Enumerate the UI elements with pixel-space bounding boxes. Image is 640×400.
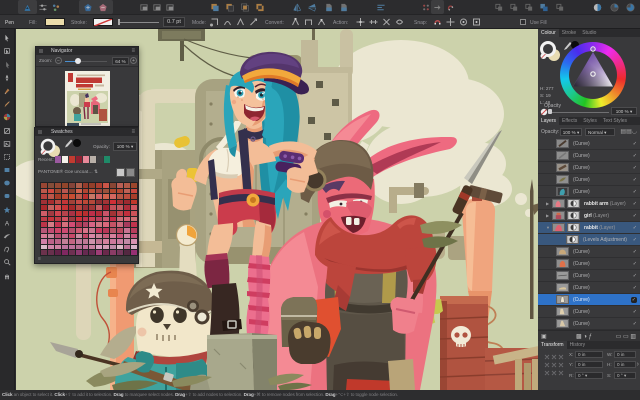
- svg-text:A: A: [5, 220, 10, 227]
